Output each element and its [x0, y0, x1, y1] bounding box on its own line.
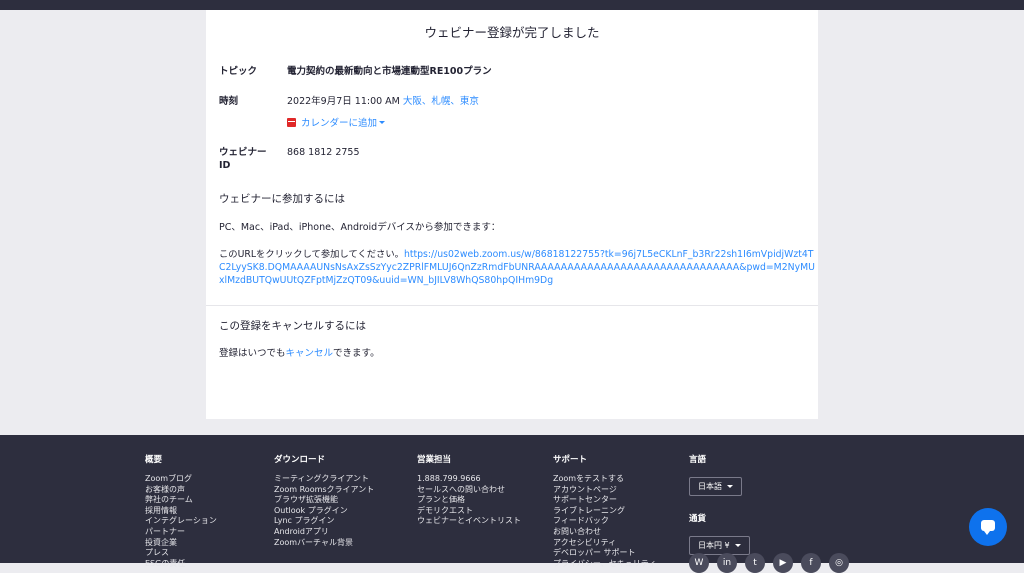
footer-col-settings: 言語 日本語 通貨 日本円 ¥	[689, 453, 750, 555]
footer-link[interactable]: Zoom Roomsクライアント	[274, 485, 374, 496]
currency-heading: 通貨	[689, 514, 707, 524]
youtube-icon[interactable]: ▶	[773, 553, 793, 573]
webinar-id-label: ウェビナー ID	[219, 146, 267, 172]
webinar-id-value: 868 1812 2755	[287, 147, 360, 158]
footer-link[interactable]: プライバシー、セキュリティ	[553, 559, 656, 570]
caret-down-icon	[734, 544, 741, 547]
footer-link[interactable]: ミーティングクライアント	[274, 474, 374, 485]
time-label: 時刻	[219, 96, 239, 107]
footer-link[interactable]: デベロッパー サポート	[553, 548, 656, 559]
language-select[interactable]: 日本語	[689, 477, 742, 496]
footer-link[interactable]: ライブトレーニング	[553, 506, 656, 517]
site-footer: 概要 Zoomブログ お客様の声 弊社のチーム 採用情報 インテグレーション パ…	[0, 435, 1024, 573]
footer-link[interactable]: アクセシビリティ	[553, 538, 656, 549]
footer-link[interactable]: Zoomをテストする	[553, 474, 656, 485]
page-title: ウェビナー登録が完了しました	[424, 25, 600, 40]
footer-link[interactable]: パートナー	[145, 527, 217, 538]
cancel-link[interactable]: キャンセル	[286, 348, 334, 359]
footer-link[interactable]: フィードバック	[553, 516, 656, 527]
language-value: 日本語	[698, 482, 722, 491]
cancel-heading: この登録をキャンセルするには	[219, 320, 366, 332]
footer-link[interactable]: Lync プラグイン	[274, 516, 374, 527]
footer-link[interactable]: セールスへの問い合わせ	[417, 485, 521, 496]
footer-col-sales-heading: 営業担当	[417, 455, 452, 465]
add-to-calendar-dropdown[interactable]: カレンダーに追加	[287, 115, 386, 129]
time-row: 2022年9月7日 11:00 AM 大阪、札幌、東京	[287, 95, 479, 108]
footer-link[interactable]: プレス	[145, 548, 217, 559]
section-divider	[206, 305, 818, 306]
footer-col-support: サポート Zoomをテストする アカウントページ サポートセンター ライブトレー…	[553, 453, 656, 569]
caret-down-icon	[379, 121, 386, 124]
footer-link[interactable]: ブラウザ拡張機能	[274, 495, 374, 506]
instagram-icon[interactable]: ◎	[829, 553, 849, 573]
footer-link[interactable]: お客様の声	[145, 485, 217, 496]
cancel-text: 登録はいつでもキャンセルできます。	[219, 347, 380, 360]
cancel-text-before: 登録はいつでも	[219, 348, 286, 359]
footer-link[interactable]: サポートセンター	[553, 495, 656, 506]
footer-link[interactable]: お問い合わせ	[553, 527, 656, 538]
footer-link[interactable]: Outlook プラグイン	[274, 506, 374, 517]
footer-link[interactable]: ESGの責任	[145, 559, 217, 570]
footer-link[interactable]: Zoomバーチャル背景	[274, 538, 374, 549]
footer-link[interactable]: 弊社のチーム	[145, 495, 217, 506]
footer-link[interactable]: Zoomブログ	[145, 474, 217, 485]
footer-link[interactable]: 採用情報	[145, 506, 217, 517]
footer-link[interactable]: インテグレーション	[145, 516, 217, 527]
topic-value: 電力契約の最新動向と市場連動型RE100プラン	[287, 66, 492, 77]
footer-col-download: ダウンロード ミーティングクライアント Zoom Roomsクライアント ブラウ…	[274, 453, 374, 548]
join-url-block: このURLをクリックして参加してください。https://us02web.zoo…	[219, 248, 816, 287]
currency-value: 日本円 ¥	[698, 541, 730, 550]
footer-col-about: 概要 Zoomブログ お客様の声 弊社のチーム 採用情報 インテグレーション パ…	[145, 453, 217, 569]
join-devices-text: PC、Mac、iPad、iPhone、Androidデバイスから参加できます：	[219, 222, 501, 233]
calendar-icon	[287, 118, 296, 127]
facebook-icon[interactable]: f	[801, 553, 821, 573]
cancel-text-after: できます。	[333, 348, 380, 359]
wordpress-icon[interactable]: W	[689, 553, 709, 573]
footer-col-support-heading: サポート	[553, 455, 588, 465]
footer-link[interactable]: Androidアプリ	[274, 527, 374, 538]
top-navigation-bar	[0, 0, 1024, 10]
footer-link[interactable]: ウェビナーとイベントリスト	[417, 516, 521, 527]
webinar-id-label-line1: ウェビナー	[219, 147, 267, 158]
language-heading: 言語	[689, 455, 707, 465]
footer-col-sales: 営業担当 1.888.799.9666 セールスへの問い合わせ プランと価格 デ…	[417, 453, 521, 527]
caret-down-icon	[727, 485, 733, 488]
chat-button[interactable]	[969, 508, 1007, 546]
twitter-icon[interactable]: t	[745, 553, 765, 573]
join-heading: ウェビナーに参加するには	[219, 193, 345, 205]
join-url-prefix: このURLをクリックして参加してください。	[219, 249, 404, 260]
add-to-calendar-label: カレンダーに追加	[301, 118, 378, 129]
time-value: 2022年9月7日 11:00 AM	[287, 96, 400, 107]
footer-link[interactable]: アカウントページ	[553, 485, 656, 496]
footer-link[interactable]: 1.888.799.9666	[417, 474, 521, 485]
footer-link[interactable]: プランと価格	[417, 495, 521, 506]
topic-label: トピック	[219, 66, 258, 77]
timezone-link[interactable]: 大阪、札幌、東京	[403, 96, 479, 107]
webinar-id-label-line2: ID	[219, 160, 231, 171]
registration-card: ウェビナー登録が完了しました トピック 電力契約の最新動向と市場連動型RE100…	[206, 10, 818, 419]
linkedin-icon[interactable]: in	[717, 553, 737, 573]
footer-link[interactable]: 投資企業	[145, 538, 217, 549]
footer-col-about-heading: 概要	[145, 455, 163, 465]
chat-bubble-icon	[981, 520, 995, 535]
footer-link[interactable]: デモリクエスト	[417, 506, 521, 517]
footer-col-download-heading: ダウンロード	[274, 455, 326, 465]
